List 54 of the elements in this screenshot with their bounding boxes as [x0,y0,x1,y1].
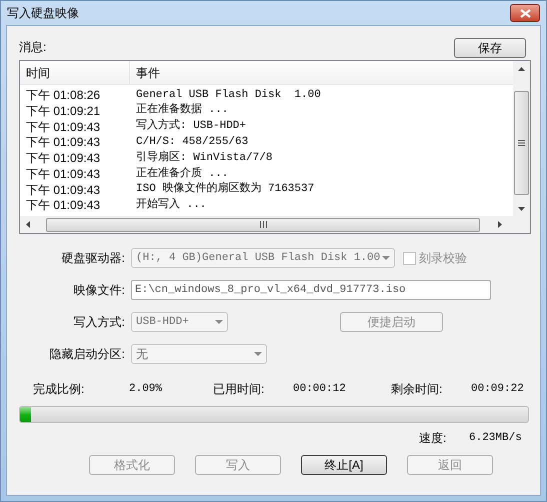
down-arrow-icon[interactable] [518,207,525,211]
dropdown-arrow-icon [215,320,223,324]
event-cell-text: 正在准备数据 ... [135,102,228,118]
dropdown-arrow-icon [254,352,262,356]
column-header[interactable]: 事件 [130,61,513,84]
time-cell-text: 下午 01:09:43 [25,166,102,183]
speed-label: 速度: [419,430,448,447]
write-mode-label: 写入方式: [72,314,126,331]
time-cell-text: 下午 01:09:43 [25,118,102,136]
event-cell-text: 引导扇区: WinVista/7/8 [135,150,272,166]
event-cell-text: General USB Flash Disk 1.00 [135,88,321,103]
time-cell-text: 下午 01:09:43 [25,182,102,199]
event-cell-text: 正在准备介质 ... [135,166,228,182]
right-arrow-icon[interactable] [498,221,502,228]
dialog-button[interactable]: 终止[A] [301,455,387,475]
progress-value: 2.09% [129,382,164,397]
drive-label: 硬盘驱动器: [60,250,126,267]
close-button[interactable] [510,4,540,22]
close-icon [520,8,530,18]
time-cell-text: 下午 01:09:43 [25,197,102,214]
time-cell-text: 下午 01:08:26 [25,86,102,104]
event-cell-text: ISO 映像文件的扇区数为 7163537 [135,181,314,198]
time-cell-text: 下午 01:09:21 [25,102,102,120]
remaining-label: 剩余时间: [391,381,444,398]
hidden-partition-value: 无 [136,346,148,363]
elapsed-label: 已用时间: [213,381,266,398]
column-header[interactable]: 时间 [20,61,130,84]
progress-label: 完成比例: [33,381,86,398]
event-cell-text: 开始写入 ... [135,197,206,214]
window-title: 写入硬盘映像 [7,5,79,22]
write-mode-value: USB-HDD+ [136,314,189,330]
time-cell-text: 下午 01:09:43 [25,134,102,152]
dropdown-arrow-icon [382,256,390,260]
scrollbar-thumb[interactable] [514,91,529,195]
verify-label: 刻录校验 [419,250,467,267]
messages-label: 消息: [19,39,46,56]
image-file-label: 映像文件: [72,282,126,299]
grip-icon [260,221,266,228]
hidden-partition-label: 隐藏启动分区: [48,346,126,363]
scrollbar-thumb[interactable] [46,218,480,232]
time-cell-text: 下午 01:09:43 [25,150,102,168]
vertical-scrollbar[interactable] [513,61,530,216]
left-arrow-icon[interactable] [26,221,30,228]
remaining-value: 00:09:22 [471,382,524,397]
drive-value: (H:, 4 GB)General USB Flash Disk 1.00 [136,250,380,266]
grip-icon [518,140,525,146]
speed-value: 6.23MB/s [469,430,522,446]
event-cell-text: 写入方式: USB-HDD+ [135,118,246,134]
save-button[interactable]: 保存 [454,38,526,58]
up-arrow-icon[interactable] [518,67,525,71]
elapsed-value: 00:00:12 [293,382,347,397]
image-file-field[interactable]: E:\cn_windows_8_pro_vl_x64_dvd_917773.iso [131,280,491,300]
horizontal-scrollbar[interactable] [20,216,530,233]
event-cell-text: C/H/S: 458/255/63 [135,135,248,150]
